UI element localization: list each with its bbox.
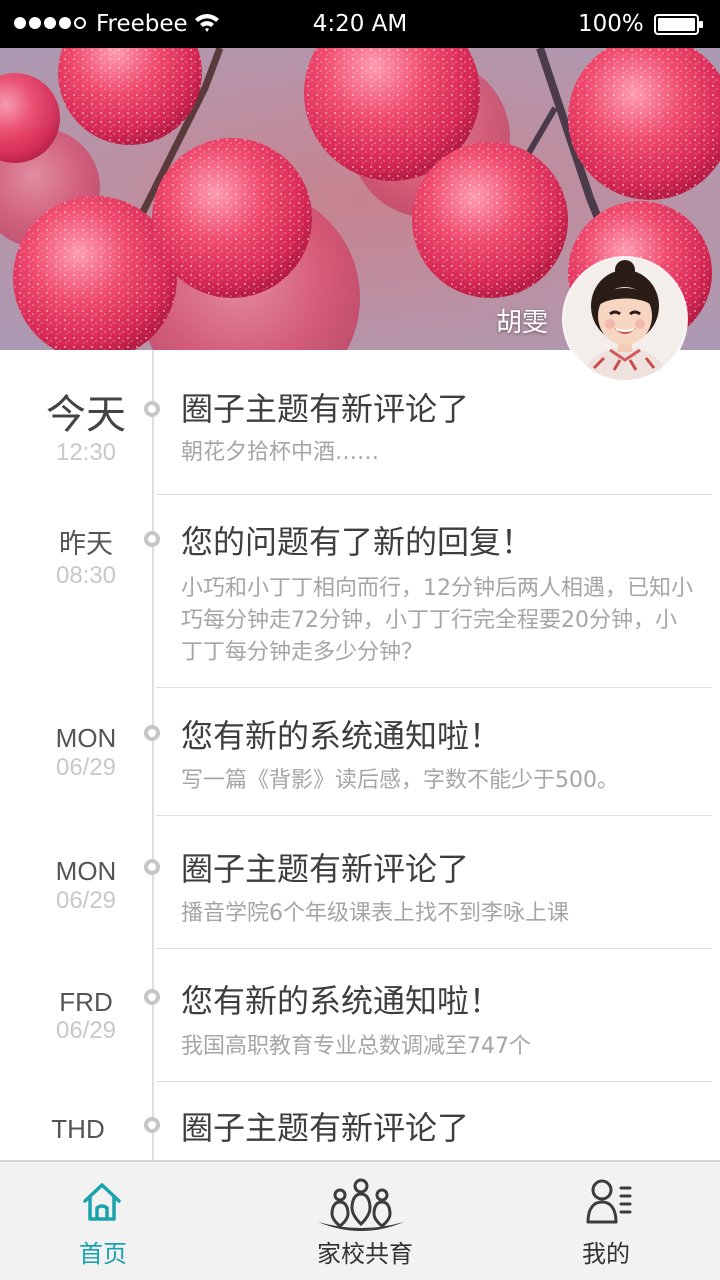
family-icon [318, 1178, 404, 1231]
tab-family-school[interactable]: 家校共育 [240, 1162, 480, 1280]
timeline-time: 06/29 [55, 1017, 117, 1044]
timeline-time: 08:30 [55, 562, 117, 589]
notification-title: 圈子主题有新评论了 [181, 850, 470, 888]
tab-label: 家校共育 [317, 1240, 413, 1268]
timeline-time: 12:30 [55, 439, 117, 466]
notification-title: 您的问题有了新的回复！ [181, 523, 534, 561]
profile-list-icon [586, 1179, 632, 1224]
timeline-item[interactable]: MON 06/29 您有新的系统通知啦！ 写一篇《背影》读后感，字数不能少于50… [0, 688, 720, 816]
notification-preview: 小巧和小丁丁相向而行，12分钟后两人相遇，已知小巧每分钟走72分钟，小丁丁行完全… [181, 576, 693, 665]
notification-title: 您有新的系统通知啦！ [181, 982, 502, 1020]
timeline-item[interactable]: 昨天 08:30 您的问题有了新的回复！ 小巧和小丁丁相向而行，12分钟后两人相… [0, 495, 720, 688]
notification-preview: 朝花夕拾杯中酒…… [181, 440, 380, 465]
notification-preview: 播音学院6个年级课表上找不到李咏上课 [181, 901, 569, 926]
timeline-time: 06/29 [55, 887, 117, 914]
tab-home[interactable]: 首页 [0, 1162, 240, 1280]
timeline-dot-icon [144, 401, 160, 417]
user-name: 胡雯 [496, 308, 549, 338]
timeline-item[interactable]: FRD 06/29 您有新的系统通知啦！ 我国高职教育专业总数调减至747个 [0, 949, 720, 1082]
tab-profile[interactable]: 我的 [480, 1162, 720, 1280]
notification-title: 圈子主题有新评论了 [181, 1109, 470, 1147]
avatar[interactable] [564, 258, 686, 380]
notification-preview: 写一篇《背影》读后感，字数不能少于500。 [181, 768, 619, 793]
timeline-dot-icon [144, 859, 160, 875]
timeline-item[interactable]: THD 圈子主题有新评论了 [0, 1082, 720, 1162]
notification-timeline: 今天 12:30 圈子主题有新评论了 朝花夕拾杯中酒…… 昨天 08:30 您的… [0, 350, 720, 1162]
notification-title: 您有新的系统通知啦！ [181, 717, 502, 755]
notification-preview: 我国高职教育专业总数调减至747个 [181, 1034, 531, 1059]
tab-label: 首页 [79, 1240, 127, 1268]
timeline-time: 06/29 [55, 754, 117, 781]
timeline-date: THD [51, 1114, 105, 1144]
timeline-dot-icon [144, 989, 160, 1005]
screen: Freebee 4:20 AM 100% 胡雯 今天 12:30 圈子主题有新评… [0, 0, 720, 1280]
home-icon [83, 1183, 121, 1221]
notification-title: 圈子主题有新评论了 [181, 390, 470, 428]
timeline-dot-icon [144, 531, 160, 547]
bottom-tab-bar: 首页 家校共育 我的 [0, 1160, 720, 1280]
battery-icon [654, 14, 703, 35]
status-bar: Freebee 4:20 AM 100% [0, 0, 720, 48]
avatar-image [564, 258, 686, 380]
timeline-dot-icon [144, 725, 160, 741]
tab-label: 我的 [582, 1240, 630, 1268]
timeline-dot-icon [144, 1117, 160, 1133]
battery-percentage: 100% [578, 11, 644, 37]
timeline-item[interactable]: MON 06/29 圈子主题有新评论了 播音学院6个年级课表上找不到李咏上课 [0, 816, 720, 949]
